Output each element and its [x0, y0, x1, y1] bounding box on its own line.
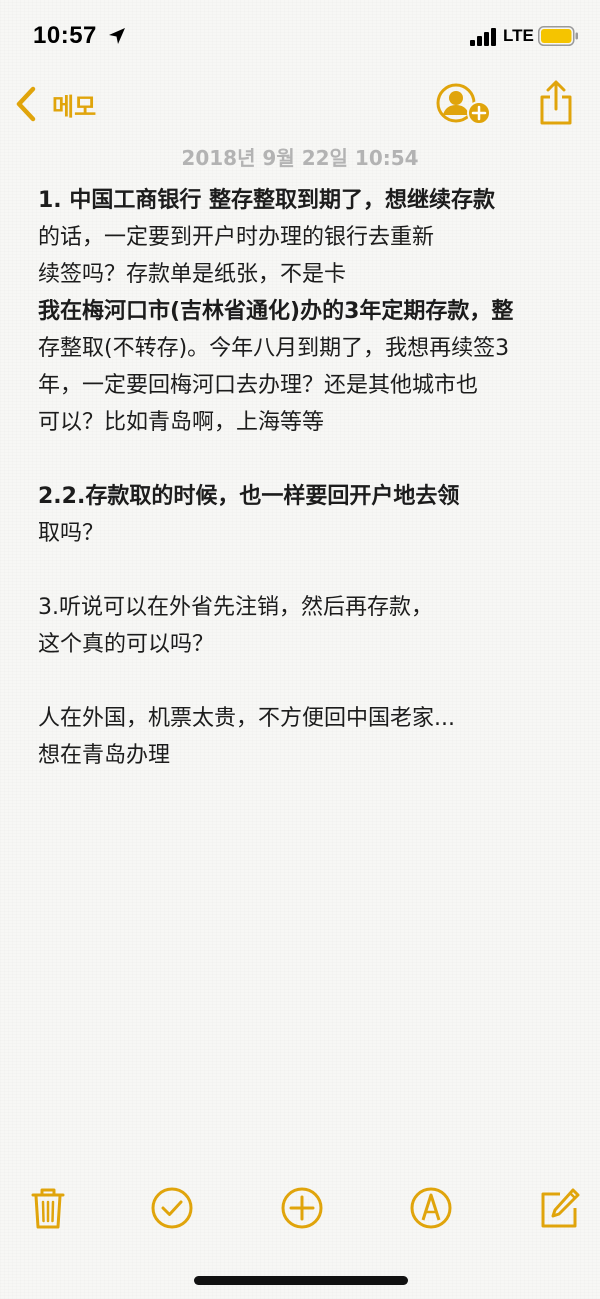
cellular-signal-icon	[470, 28, 496, 46]
checklist-icon[interactable]	[150, 1186, 194, 1230]
location-arrow-icon	[109, 28, 125, 44]
status-bar: 10:57 LTE	[0, 0, 600, 74]
note-line: 人在外国，机票太贵，不方便回中国老家...	[38, 706, 455, 731]
note-line	[38, 441, 566, 478]
note-body[interactable]: 1. 中国工商银行 整存整取到期了，想继续存款 的话，一定要到开户时办理的银行去重…	[38, 182, 566, 774]
note-line	[38, 552, 566, 589]
status-time: 10:57	[33, 22, 97, 49]
note-line: 1. 中国工商银行 整存整取到期了，想继续存款	[38, 188, 495, 213]
note-line: 3.听说可以在外省先注销，然后再存款，	[38, 595, 433, 620]
note-line: 我在梅河口市(吉林省通化)办的3年定期存款，整	[38, 299, 514, 324]
share-icon[interactable]	[539, 80, 573, 126]
compose-icon[interactable]	[538, 1186, 582, 1230]
back-label: 메모	[52, 92, 97, 121]
note-line: 可以？比如青岛啊，上海等等	[38, 410, 325, 435]
network-type: LTE	[503, 26, 534, 45]
note-line: 2.2.存款取的时候，也一样要回开户地去领	[38, 484, 460, 509]
note-line: 想在青岛办理	[38, 743, 171, 768]
add-people-icon[interactable]	[436, 82, 492, 128]
note-line: 年，一定要回梅河口去办理？还是其他城市也	[38, 373, 479, 398]
note-date: 2018년 9월 22일 10:54	[181, 146, 419, 170]
markup-icon[interactable]	[409, 1186, 453, 1230]
trash-icon[interactable]	[26, 1186, 70, 1230]
note-line	[38, 663, 566, 700]
battery-icon	[538, 26, 578, 46]
back-button[interactable]: 메모	[14, 84, 96, 124]
add-icon[interactable]	[280, 1186, 324, 1230]
note-line: 续签吗？存款单是纸张，不是卡	[38, 262, 347, 287]
note-line: 取吗？	[38, 521, 105, 546]
note-line: 的话，一定要到开户时办理的银行去重新	[38, 225, 435, 250]
note-line: 这个真的可以吗？	[38, 632, 215, 657]
note-line: 存整取(不转存)。今年八月到期了，我想再续签3	[38, 336, 510, 361]
chevron-left-icon	[16, 86, 36, 122]
home-indicator[interactable]	[194, 1276, 408, 1285]
